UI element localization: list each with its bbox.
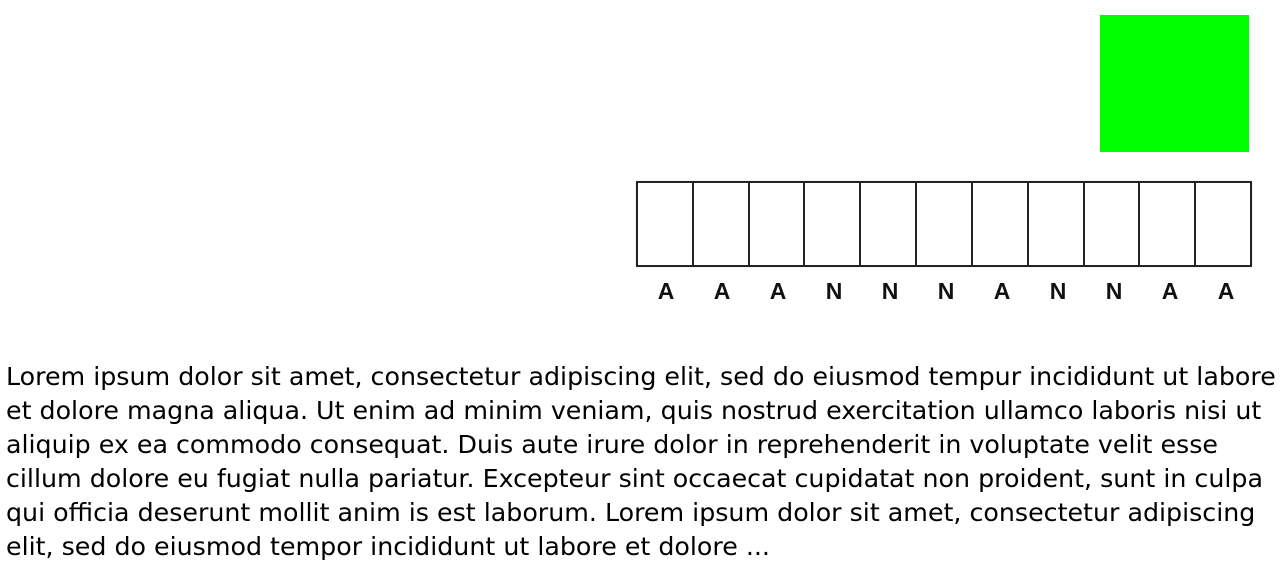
body-paragraph: Lorem ipsum dolor sit amet, consectetur … (6, 362, 1276, 561)
strip-label: N (937, 278, 955, 304)
strip-label: A (993, 278, 1011, 304)
strip-label: A (769, 278, 787, 304)
strip-cells (636, 181, 1252, 267)
strip-cell (694, 183, 750, 265)
strip-cell (1140, 183, 1197, 265)
strip-label: A (1217, 278, 1235, 304)
strip-cell (973, 183, 1029, 265)
strip-label: N (881, 278, 899, 304)
strip-label: N (825, 278, 843, 304)
strip-cell (805, 183, 862, 265)
strip-label: A (657, 278, 675, 304)
strip-cell (750, 183, 806, 265)
strip-label: N (1049, 278, 1067, 304)
strip-labels: A A A N N N A N N A A (638, 278, 1254, 305)
strip-label: A (713, 278, 731, 304)
letter-strip-image: A A A N N N A N N A A (629, 174, 1261, 309)
strip-label: N (1105, 278, 1123, 304)
green-square (1100, 15, 1249, 152)
strip-cell (1196, 183, 1250, 265)
strip-label: A (1161, 278, 1179, 304)
strip-cell (861, 183, 918, 265)
strip-cell (638, 183, 694, 265)
strip-cell (1085, 183, 1141, 265)
strip-cell (917, 183, 973, 265)
strip-cell (1029, 183, 1085, 265)
